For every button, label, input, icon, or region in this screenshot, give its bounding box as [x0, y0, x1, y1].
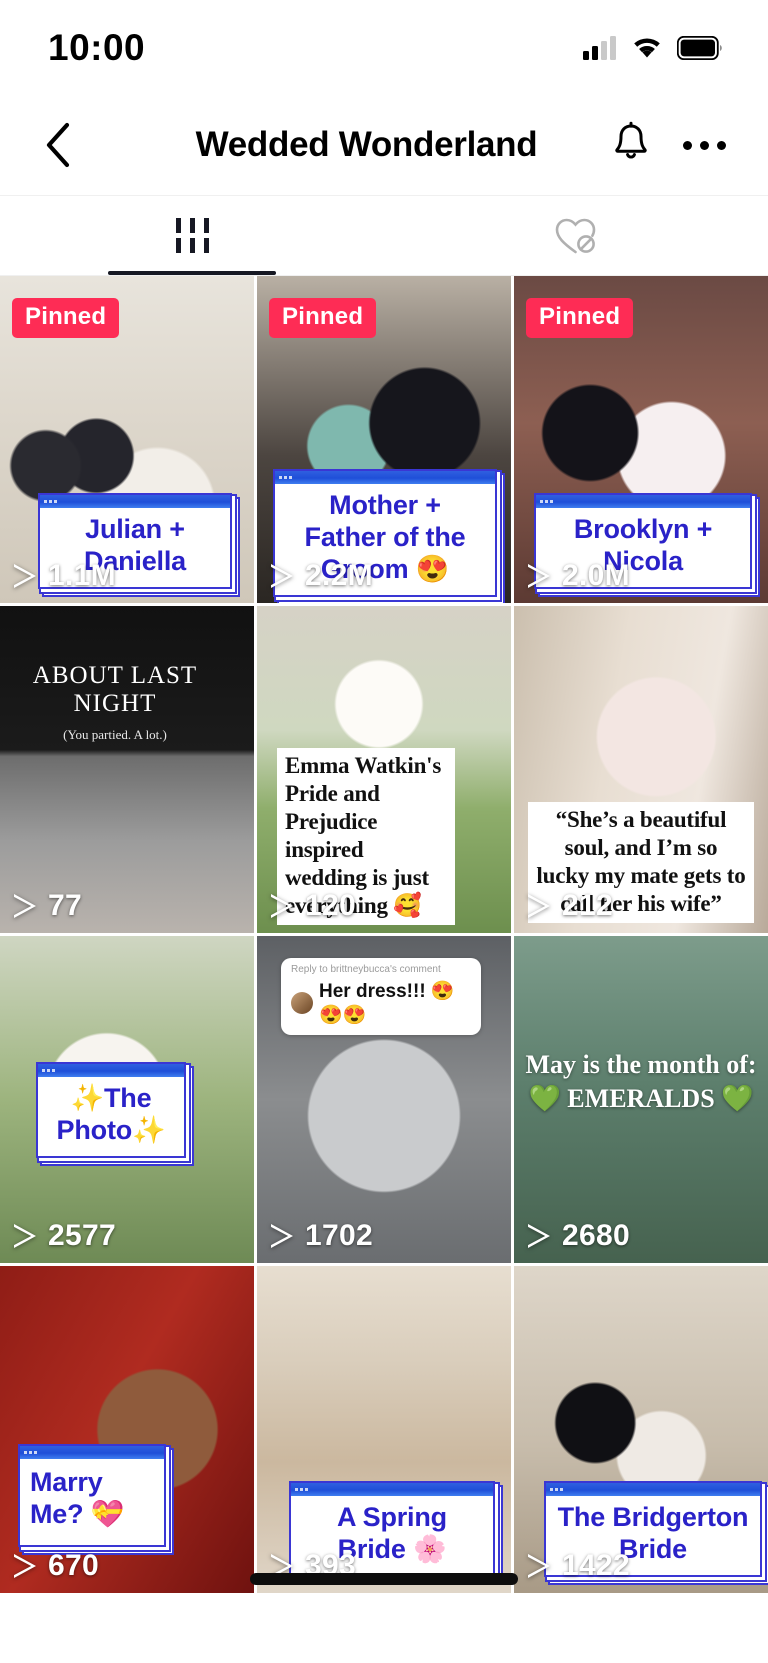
view-count: 2577 [14, 1219, 116, 1253]
caption-subtext: (You partied. A lot.) [63, 727, 167, 742]
view-count: 212 [528, 889, 613, 923]
play-triangle-icon [14, 564, 36, 588]
video-tile[interactable]: ✨The Photo✨ 2577 [0, 936, 254, 1263]
view-count-value: 2680 [562, 1219, 630, 1252]
nav-actions [611, 121, 734, 170]
video-thumbnail [0, 606, 254, 933]
window-titlebar [275, 471, 495, 485]
back-button[interactable] [30, 122, 86, 168]
video-caption: May is the month of: 💚 EMERALDS 💚 [514, 1048, 768, 1116]
pinned-badge: Pinned [526, 298, 634, 338]
wifi-icon [634, 37, 660, 57]
view-count-value: 2.2M [305, 559, 373, 592]
video-tile[interactable]: Marry Me? 💝 670 [0, 1266, 254, 1593]
profile-tabs [0, 196, 768, 276]
view-count-value: 2577 [48, 1219, 116, 1252]
video-tile[interactable]: May is the month of: 💚 EMERALDS 💚 2680 [514, 936, 768, 1263]
avatar [291, 991, 313, 1014]
play-triangle-icon [528, 894, 550, 918]
view-count-value: 1702 [305, 1219, 373, 1252]
grid-bars-icon [175, 218, 209, 253]
caption-text: ABOUT LAST NIGHT [32, 662, 198, 717]
page-title: Wedded Wonderland [195, 125, 538, 164]
heart-hidden-icon [555, 218, 596, 253]
tab-videos[interactable] [0, 196, 384, 275]
video-tile[interactable]: Pinned Julian + Daniella 1.1M [0, 276, 254, 603]
window-titlebar [536, 495, 750, 509]
status-time: 10:00 [48, 26, 146, 68]
more-options-button[interactable] [683, 140, 726, 150]
view-count: 2.0M [528, 559, 630, 593]
video-tile[interactable]: Pinned Mother + Father of the Groom 😍 2.… [257, 276, 511, 603]
view-count: 670 [14, 1549, 99, 1583]
view-count-value: 1.1M [48, 559, 116, 592]
home-indicator [250, 1573, 518, 1585]
view-count-value: 670 [48, 1549, 99, 1582]
view-count: 120 [271, 889, 356, 923]
caption-text: Marry Me? 💝 [30, 1467, 125, 1529]
caption-text: Her dress!!! 😍😍😍 [319, 980, 455, 1026]
view-count: 2.2M [271, 559, 373, 593]
battery-icon [677, 35, 722, 60]
view-count-value: 2.0M [562, 559, 630, 592]
view-count-value: 212 [562, 889, 613, 922]
caption-text-line2: 💚 EMERALDS 💚 [528, 1083, 754, 1113]
more-dot [717, 140, 726, 150]
video-tile[interactable]: Emma Watkin's Pride and Prejudice inspir… [257, 606, 511, 933]
view-count: 77 [14, 889, 82, 923]
more-dot [700, 140, 709, 150]
window-titlebar [20, 1446, 164, 1459]
view-count: 1702 [271, 1219, 373, 1253]
video-tile[interactable]: “She’s a beautiful soul, and I’m so luck… [514, 606, 768, 933]
reply-body: Her dress!!! 😍😍😍 [291, 979, 471, 1027]
caption-text-line1: May is the month of: [525, 1050, 757, 1079]
video-grid: Pinned Julian + Daniella 1.1M Pinned Mot… [0, 276, 768, 1593]
video-caption: ABOUT LAST NIGHT (You partied. A lot.) [16, 662, 214, 743]
video-tile[interactable]: Reply to brittneybucca's comment Her dre… [257, 936, 511, 1263]
video-caption: Marry Me? 💝 [18, 1444, 166, 1547]
view-count: 1.1M [14, 559, 116, 593]
view-count-value: 120 [305, 889, 356, 922]
window-titlebar [38, 1064, 184, 1077]
pinned-badge: Pinned [12, 298, 120, 338]
tab-liked[interactable] [384, 196, 768, 275]
cellular-signal-icon [583, 35, 616, 60]
video-tile[interactable]: ABOUT LAST NIGHT (You partied. A lot.) 7… [0, 606, 254, 933]
window-titlebar [40, 495, 230, 509]
window-titlebar [546, 1483, 760, 1497]
play-triangle-icon [14, 894, 36, 918]
caption-text: ✨The Photo✨ [56, 1083, 166, 1145]
play-triangle-icon [271, 564, 293, 588]
video-tile[interactable]: Pinned Brooklyn + Nicola 2.0M [514, 276, 768, 603]
nav-bar: Wedded Wonderland [0, 95, 768, 195]
notifications-button[interactable] [611, 121, 651, 170]
play-triangle-icon [14, 1224, 36, 1248]
active-tab-underline [108, 271, 276, 275]
play-triangle-icon [528, 1554, 550, 1578]
video-tile[interactable]: A Spring Bride 🌸 393 [257, 1266, 511, 1593]
video-tile[interactable]: The Bridgerton Bride 1422 [514, 1266, 768, 1593]
view-count: 1422 [528, 1549, 630, 1583]
reply-target-text: Reply to brittneybucca's comment [291, 964, 441, 975]
status-icons [583, 35, 722, 60]
video-caption: Reply to brittneybucca's comment Her dre… [281, 958, 481, 1035]
status-bar: 10:00 [0, 0, 768, 95]
play-triangle-icon [271, 1224, 293, 1248]
play-triangle-icon [14, 1554, 36, 1578]
bell-icon [615, 121, 647, 158]
window-titlebar [291, 1483, 493, 1497]
view-count-value: 1422 [562, 1549, 630, 1582]
view-count-value: 77 [48, 889, 82, 922]
play-triangle-icon [528, 1224, 550, 1248]
video-caption: ✨The Photo✨ [36, 1062, 186, 1158]
more-dot [683, 140, 692, 150]
play-triangle-icon [271, 894, 293, 918]
view-count: 2680 [528, 1219, 630, 1253]
chevron-left-icon [46, 122, 70, 168]
pinned-badge: Pinned [269, 298, 377, 338]
play-triangle-icon [528, 564, 550, 588]
